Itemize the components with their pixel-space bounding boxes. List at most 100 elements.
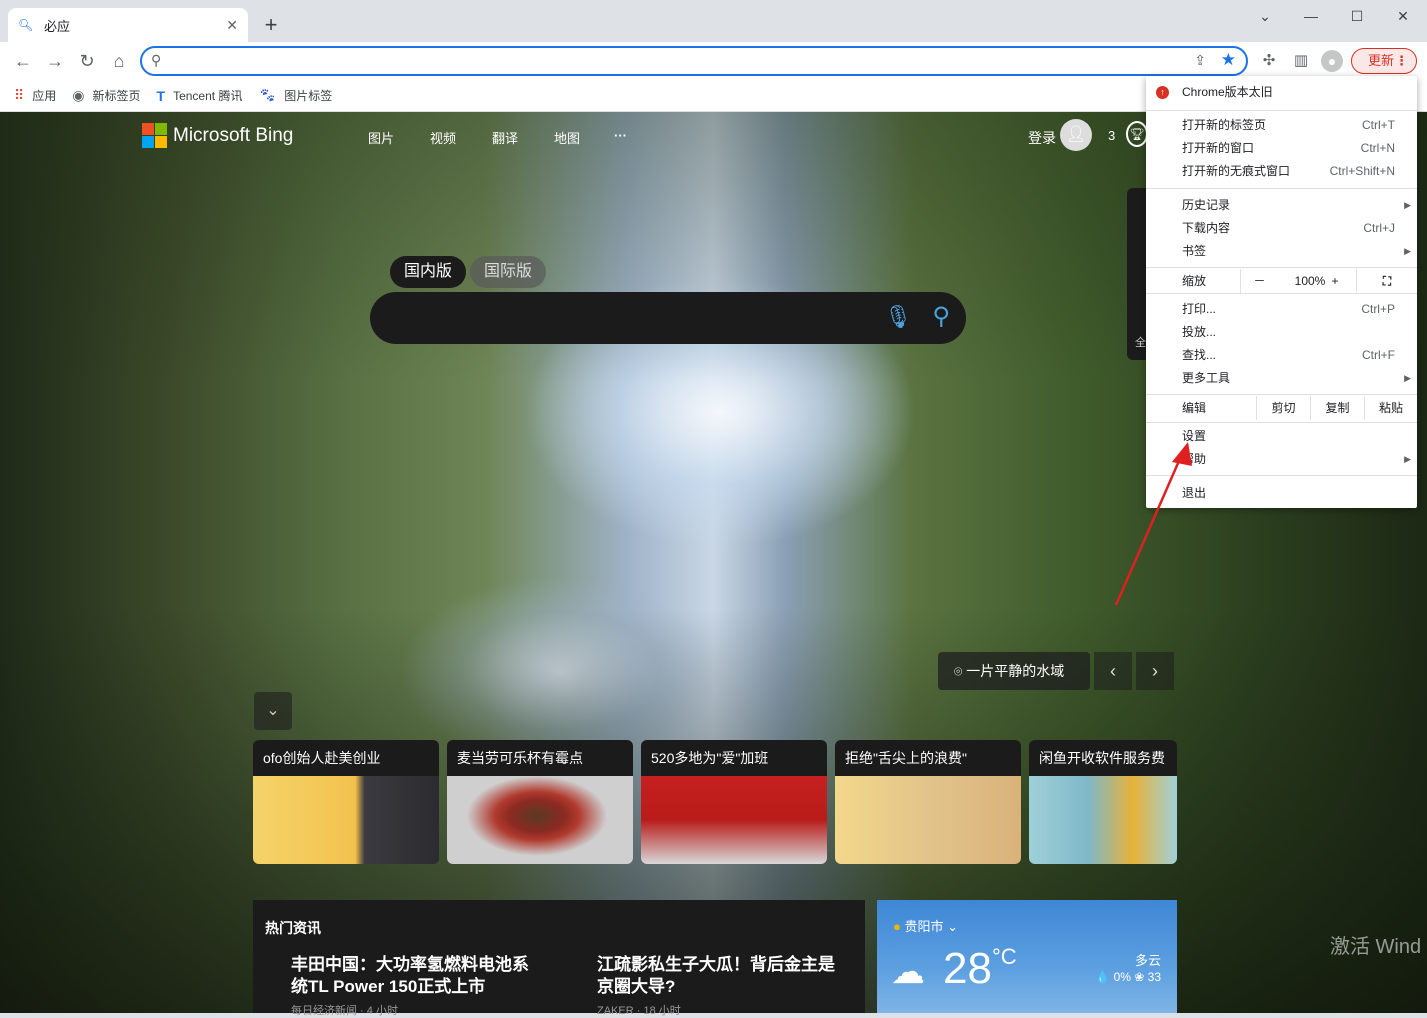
- user-avatar-icon[interactable]: 👤︎: [1060, 119, 1092, 151]
- side-panel-icon[interactable]: ▥: [1290, 50, 1312, 72]
- menu-more-tools[interactable]: 更多工具 ▶: [1146, 367, 1417, 389]
- weather-city: ● 贵阳市 ⌄: [893, 919, 959, 934]
- bookmark-tencent[interactable]: T Tencent 腾讯: [157, 87, 243, 104]
- image-caption[interactable]: ⌾ 一片平静的水域: [938, 652, 1090, 690]
- news-item-title[interactable]: 丰田中国：大功率氢燃料电池系统TL Power 150正式上市: [291, 954, 541, 998]
- next-image-button[interactable]: ›: [1136, 652, 1174, 690]
- update-button[interactable]: 更新 ⋮: [1351, 48, 1417, 74]
- tab-bing[interactable]: 🔍︎ 必应 ✕: [8, 8, 248, 42]
- menu-copy[interactable]: 复制: [1310, 396, 1364, 420]
- bing-logo[interactable]: Microsoft Bing: [142, 123, 293, 148]
- rewards-trophy-icon[interactable]: 🏆︎: [1126, 121, 1148, 147]
- reload-button[interactable]: ↻: [74, 48, 100, 74]
- new-tab-button[interactable]: +: [258, 12, 284, 38]
- menu-new-window[interactable]: 打开新的窗口 Ctrl+N: [1146, 137, 1417, 159]
- card-image: [253, 776, 439, 864]
- profile-avatar[interactable]: ●: [1321, 50, 1343, 72]
- bing-search-favicon-icon: 🔍︎: [18, 18, 34, 32]
- card-image: [835, 776, 1021, 864]
- bookmark-label: 图片标签: [284, 89, 333, 103]
- card-title: 520多地为"爱"加班: [651, 750, 769, 766]
- tencent-icon: T: [156, 87, 166, 104]
- menu-cast[interactable]: 投放...: [1146, 321, 1417, 343]
- menu-zoom-row: 缩放 － 100% + ⛶: [1146, 269, 1417, 293]
- news-card[interactable]: 闲鱼开收软件服务费: [1029, 740, 1177, 864]
- logo-text: Microsoft Bing: [173, 124, 294, 146]
- location-pin-icon: ⌾: [954, 663, 967, 679]
- submenu-arrow-icon: ▶: [1404, 200, 1411, 210]
- submenu-arrow-icon: ▶: [1404, 373, 1411, 383]
- news-card[interactable]: 拒绝"舌尖上的浪费": [835, 740, 1021, 864]
- bookmark-label: 应用: [32, 89, 57, 103]
- prev-image-button[interactable]: ‹: [1094, 652, 1132, 690]
- bookmark-apps[interactable]: ⠿ 应用: [14, 87, 56, 104]
- microphone-icon[interactable]: 🎙︎: [884, 304, 912, 330]
- news-card[interactable]: 麦当劳可乐杯有霉点: [447, 740, 633, 864]
- card-image: [641, 776, 827, 864]
- back-button[interactable]: ←: [10, 48, 36, 74]
- news-card[interactable]: ofo创始人赴美创业: [253, 740, 439, 864]
- scope-tab-domestic[interactable]: 国内版: [390, 256, 466, 288]
- zoom-out-button[interactable]: －: [1240, 269, 1278, 293]
- menu-update-chrome[interactable]: ↑ Chrome版本太旧: [1146, 80, 1417, 104]
- menu-new-incognito[interactable]: 打开新的无痕式窗口 Ctrl+Shift+N: [1146, 160, 1417, 182]
- fullscreen-icon[interactable]: ⛶: [1356, 269, 1417, 293]
- activate-windows-watermark: 激活 Wind: [1330, 936, 1422, 958]
- share-icon[interactable]: ⇪: [1194, 52, 1206, 69]
- search-icon: ⚲: [151, 52, 162, 68]
- card-image: [447, 776, 633, 864]
- forward-button[interactable]: →: [42, 48, 68, 74]
- nav-more[interactable]: ···: [614, 128, 627, 143]
- scope-tab-international[interactable]: 国际版: [470, 256, 546, 288]
- card-title: 拒绝"舌尖上的浪费": [845, 750, 967, 766]
- zoom-in-button[interactable]: +: [1316, 269, 1354, 293]
- submenu-arrow-icon: ▶: [1404, 454, 1411, 464]
- weather-card[interactable]: ● 贵阳市 ⌄ ☁ 28°C 多云 💧 0% ❀ 33: [877, 900, 1177, 1013]
- home-button[interactable]: ⌂: [106, 48, 132, 74]
- news-item-source: ZAKER · 18 小时: [597, 1005, 681, 1017]
- news-item-title[interactable]: 江疏影私生子大瓜！背后金主是京圈大导?: [597, 954, 847, 998]
- nav-images[interactable]: 图片: [368, 128, 394, 147]
- bookmark-star-icon[interactable]: ★: [1221, 50, 1236, 70]
- search-icon[interactable]: ⚲: [932, 302, 950, 331]
- nav-maps[interactable]: 地图: [554, 128, 580, 147]
- weather-details: 💧 0% ❀ 33: [1095, 970, 1161, 984]
- bookmark-image-tags[interactable]: 🐾︎ 图片标签: [258, 87, 332, 104]
- weather-temp: 28°C: [943, 944, 1017, 993]
- close-window-button[interactable]: ✕: [1380, 4, 1426, 28]
- minimize-button[interactable]: —: [1288, 4, 1334, 28]
- side-panel-label: 全: [1135, 337, 1146, 349]
- nav-videos[interactable]: 视频: [430, 128, 456, 147]
- login-link[interactable]: 登录: [1028, 128, 1056, 148]
- card-title: ofo创始人赴美创业: [263, 750, 381, 766]
- tab-search-chevron-icon[interactable]: ⌄: [1242, 4, 1288, 28]
- bookmark-new-tab[interactable]: ◉ 新标签页: [72, 87, 140, 104]
- update-arrow-icon: ↑: [1156, 86, 1169, 99]
- menu-find[interactable]: 查找... Ctrl+F: [1146, 344, 1417, 366]
- bookmark-label: Tencent 腾讯: [173, 89, 243, 103]
- apps-grid-icon: ⠿: [14, 87, 25, 103]
- partly-cloudy-icon: ☁: [891, 953, 925, 991]
- microsoft-logo-icon: [142, 123, 167, 148]
- menu-paste[interactable]: 粘贴: [1364, 396, 1417, 420]
- menu-bookmarks[interactable]: 书签 ▶: [1146, 240, 1417, 262]
- extensions-puzzle-icon[interactable]: ✣: [1258, 50, 1280, 72]
- caption-text: 一片平静的水域: [966, 663, 1065, 679]
- annotation-arrow: [1114, 442, 1192, 606]
- address-bar[interactable]: ⚲ ⇪ ★: [140, 46, 1248, 76]
- nav-translate[interactable]: 翻译: [492, 128, 518, 147]
- menu-history[interactable]: 历史记录 ▶: [1146, 194, 1417, 216]
- bing-search-input[interactable]: 🎙︎ ⚲: [370, 292, 966, 344]
- weather-condition: 多云: [1134, 953, 1161, 968]
- tab-close-icon[interactable]: ✕: [226, 17, 238, 34]
- card-image: [1029, 776, 1177, 864]
- side-panel-tab[interactable]: 全: [1127, 188, 1147, 360]
- menu-print[interactable]: 打印... Ctrl+P: [1146, 298, 1417, 320]
- maximize-button[interactable]: ☐: [1334, 4, 1380, 28]
- menu-cut[interactable]: 剪切: [1256, 396, 1310, 420]
- news-card[interactable]: 520多地为"爱"加班: [641, 740, 827, 864]
- menu-edit-row: 编辑 剪切 复制 粘贴: [1146, 396, 1417, 420]
- menu-new-tab[interactable]: 打开新的标签页 Ctrl+T: [1146, 114, 1417, 136]
- menu-downloads[interactable]: 下载内容 Ctrl+J: [1146, 217, 1417, 239]
- collapse-chevron-icon[interactable]: ⌄: [254, 692, 292, 730]
